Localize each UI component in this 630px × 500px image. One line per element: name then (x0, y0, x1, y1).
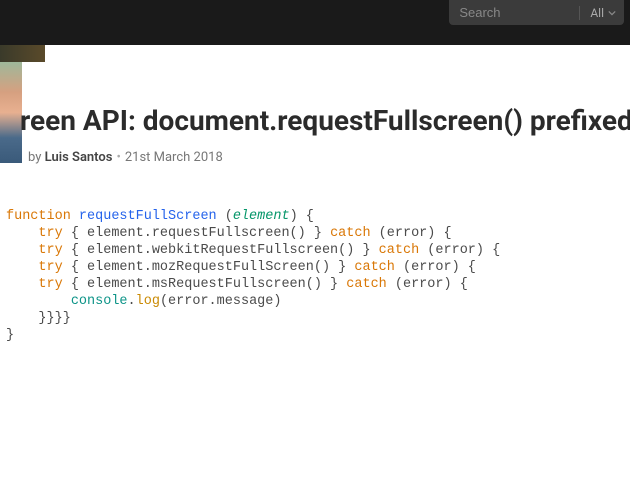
code-token: (error.message) (160, 294, 282, 309)
code-token: function (6, 209, 71, 224)
code-token: { element.webkitRequestFullscreen() } (63, 243, 379, 258)
code-snippet: function requestFullScreen (element) { t… (6, 208, 630, 344)
code-token: try (38, 243, 62, 258)
author-avatar (0, 62, 22, 163)
code-token: console (71, 294, 128, 309)
code-token: }}}} (6, 311, 71, 326)
cover-image-fragment (0, 45, 45, 62)
code-token: element (233, 209, 290, 224)
search-scope-label: All (590, 6, 604, 20)
top-bar: All (0, 0, 630, 45)
code-token: ( (217, 209, 233, 224)
post-byline: by Luis Santos• 21st March 2018 (28, 150, 223, 165)
code-token: } (6, 328, 14, 343)
code-token (6, 226, 38, 241)
search-box: All (449, 0, 624, 25)
author-name[interactable]: Luis Santos (45, 150, 113, 165)
chevron-down-icon (608, 9, 616, 17)
code-token: try (38, 277, 62, 292)
code-token: requestFullScreen (79, 209, 217, 224)
code-token: catch (354, 260, 395, 275)
code-token: . (128, 294, 136, 309)
search-scope-dropdown[interactable]: All (580, 6, 624, 20)
code-token (6, 243, 38, 258)
code-token: try (38, 226, 62, 241)
code-token: (error) { (371, 226, 452, 241)
code-token: (error) { (419, 243, 500, 258)
search-input[interactable] (449, 1, 579, 24)
separator: • (116, 150, 120, 165)
code-token: { element.mozRequestFullScreen() } (63, 260, 355, 275)
code-token: (error) { (387, 277, 468, 292)
code-token: catch (379, 243, 420, 258)
code-token (6, 260, 38, 275)
code-token: { element.requestFullscreen() } (63, 226, 330, 241)
code-token: (error) { (395, 260, 476, 275)
code-token: catch (346, 277, 387, 292)
code-token: { element.msRequestFullscreen() } (63, 277, 347, 292)
by-label: by (28, 150, 45, 165)
code-token (6, 294, 71, 309)
code-token: log (136, 294, 160, 309)
post-title: reen API: document.requestFullscreen() p… (20, 104, 630, 137)
code-token: ) { (290, 209, 314, 224)
code-token (6, 277, 38, 292)
code-token (71, 209, 79, 224)
code-token: catch (330, 226, 371, 241)
post-date: 21st March 2018 (125, 150, 223, 165)
code-token: try (38, 260, 62, 275)
